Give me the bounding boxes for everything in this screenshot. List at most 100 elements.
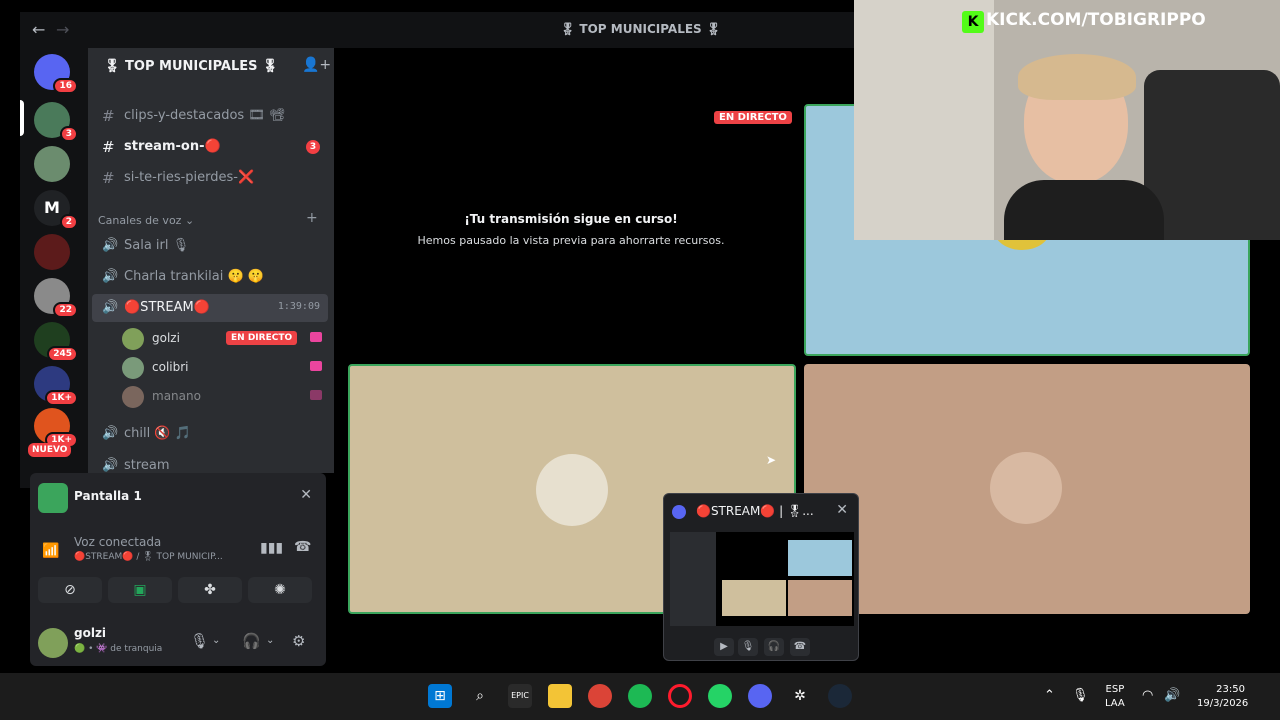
server-icon[interactable] (34, 146, 70, 182)
disconnect-icon[interactable]: ☎ (294, 539, 311, 555)
windows-start-icon[interactable]: ⊞ (428, 684, 452, 708)
channel-name: Charla trankilai 🤫 🤫 (124, 269, 264, 284)
voice-category-header[interactable]: Canales de voz ⌄ (98, 214, 194, 227)
spotify-icon[interactable] (628, 684, 652, 708)
voice-user-colibri[interactable]: colibri (122, 355, 328, 381)
voice-channel-sala-irl[interactable]: 🔊 Sala irl 🎙 (92, 232, 328, 260)
channel-stream-on[interactable]: # stream-on-🔴 3 (92, 133, 328, 161)
voice-user-golzi[interactable]: golzi EN DIRECTO (122, 326, 328, 352)
epic-games-icon[interactable]: EPIC (508, 684, 532, 708)
server-icon[interactable]: 245 (34, 322, 78, 362)
paused-title: ¡Tu transmisión sigue en curso! (464, 212, 678, 226)
microphone-icon[interactable]: 🎙 (738, 638, 758, 656)
server-icon[interactable] (34, 234, 70, 270)
voice-user-manano[interactable]: manano (122, 384, 328, 410)
search-icon[interactable]: ⌕ (468, 684, 492, 708)
app-icon[interactable]: ✲ (788, 684, 812, 708)
camera-icon[interactable]: ▶ (714, 638, 734, 656)
channel-name: chill 🔇 🎵 (124, 426, 191, 441)
voice-status[interactable]: Voz conectada (74, 535, 161, 549)
headphones-icon[interactable]: 🎧 (764, 638, 784, 656)
speaker-icon: 🔊 (102, 458, 119, 473)
clock-time: 23:50 (1216, 684, 1245, 695)
steam-icon[interactable] (828, 684, 852, 708)
user-name[interactable]: golzi (74, 626, 106, 640)
opera-icon[interactable] (668, 684, 692, 708)
close-icon[interactable]: ✕ (836, 502, 848, 518)
activities-icon[interactable]: ✤ (178, 577, 242, 603)
channel-name: si-te-ries-pierdes-❌ (124, 170, 255, 185)
server-badge: 22 (53, 302, 78, 318)
channel-si-te-ries[interactable]: # si-te-ries-pierdes-❌ (92, 164, 328, 192)
preview-tile (722, 580, 786, 616)
voice-channel-stream-2[interactable]: 🔊 stream (92, 452, 328, 473)
gear-icon[interactable]: ⚙ (292, 632, 305, 650)
live-badge: EN DIRECTO (226, 331, 298, 345)
add-member-icon[interactable]: 👤+ (302, 57, 331, 73)
channel-name: stream-on-🔴 (124, 139, 221, 154)
server-icon[interactable]: 22 (34, 278, 78, 318)
microphone-icon[interactable]: 🎙 (1072, 688, 1089, 703)
chevron-down-icon[interactable]: ⌄ (212, 635, 220, 646)
home-icon[interactable]: 16 (34, 54, 78, 94)
soundboard-icon[interactable]: ✺ (248, 577, 312, 603)
language-code: ESP (1105, 684, 1125, 695)
server-icon[interactable]: 1K+ (34, 408, 78, 448)
popout-preview (670, 532, 854, 626)
signal-icon[interactable]: 📶 (42, 543, 59, 559)
chrome-icon[interactable] (588, 684, 612, 708)
add-channel-icon[interactable]: + (306, 210, 318, 226)
webcam-overlay (854, 0, 1280, 240)
server-icon[interactable]: 1K+ (34, 366, 78, 406)
voice-channel-chill[interactable]: 🔊 chill 🔇 🎵 (92, 420, 328, 448)
clock[interactable]: 23:50 19/3/2026 (1197, 683, 1248, 711)
home-badge: 16 (53, 78, 78, 94)
noise-suppression-icon[interactable]: ▮▮▮ (260, 540, 283, 556)
channel-name: Sala irl 🎙 (124, 238, 190, 253)
volume-icon[interactable]: 🔊 (1164, 688, 1180, 703)
hash-icon: # (102, 107, 115, 125)
tray-chevron-up-icon[interactable]: ⌃ (1044, 688, 1055, 703)
whatsapp-icon[interactable] (708, 684, 732, 708)
stream-popout-window[interactable]: 🔴STREAM🔴 | 🎖... ✕ ▶ 🎙 🎧 ☎ (663, 493, 859, 661)
chevron-down-icon[interactable]: ⌄ (266, 635, 274, 646)
discord-icon[interactable] (748, 684, 772, 708)
headphones-icon[interactable]: 🎧 (242, 632, 261, 650)
keyboard-layout: LAA (1105, 698, 1125, 709)
camera-off-icon[interactable]: ⊘ (38, 577, 102, 603)
server-rail: 16 3 M 2 22 245 1K+ 1K+ NUEVO (20, 48, 88, 488)
language-indicator[interactable]: ESP LAA (1105, 683, 1125, 711)
live-badge: EN DIRECTO (714, 111, 792, 124)
server-header[interactable]: 🎖 TOP MUNICIPALES 🎖 ⌄ 👤+ (88, 48, 334, 86)
activity-icon (310, 390, 322, 400)
speaker-icon: 🔊 (102, 300, 119, 315)
voice-location: 🔴STREAM🔴 / 🎖 TOP MUNICIP... (74, 552, 223, 562)
user-status: 🟢 • 👾 de tranquia (74, 644, 163, 654)
channel-clips[interactable]: # clips-y-destacados 🎞 📽 (92, 102, 328, 130)
forward-arrow-icon[interactable]: → (56, 20, 69, 39)
disconnect-icon[interactable]: ☎ (790, 638, 810, 656)
server-icon-top-municipales[interactable]: 3 (34, 102, 78, 142)
channel-name: stream (124, 458, 170, 473)
microphone-icon[interactable]: 🎙 (190, 632, 209, 650)
participant-tile[interactable] (804, 364, 1250, 614)
back-arrow-icon[interactable]: ← (32, 20, 45, 39)
file-explorer-icon[interactable] (548, 684, 572, 708)
wifi-icon[interactable]: ◠ (1142, 688, 1153, 703)
user-name: golzi (152, 331, 180, 345)
user-name: colibri (152, 360, 189, 374)
screen-share-name: Pantalla 1 (74, 489, 142, 503)
avatar (990, 452, 1062, 524)
server-badge: 2 (59, 214, 78, 230)
server-initial: M (44, 198, 60, 217)
discord-icon (672, 505, 686, 519)
voice-channel-stream[interactable]: 🔊 🔴STREAM🔴 1:39:09 (92, 294, 328, 322)
activity-icon (310, 332, 322, 342)
server-icon-m[interactable]: M 2 (34, 190, 78, 230)
voice-channel-charla[interactable]: 🔊 Charla trankilai 🤫 🤫 (92, 263, 328, 291)
stop-screen-share-icon[interactable]: ✕ (300, 487, 312, 503)
new-badge[interactable]: NUEVO (28, 443, 72, 457)
chevron-down-icon[interactable]: ⌄ (266, 57, 276, 71)
screen-share-icon[interactable]: ▣ (108, 577, 172, 603)
avatar[interactable] (38, 628, 68, 658)
